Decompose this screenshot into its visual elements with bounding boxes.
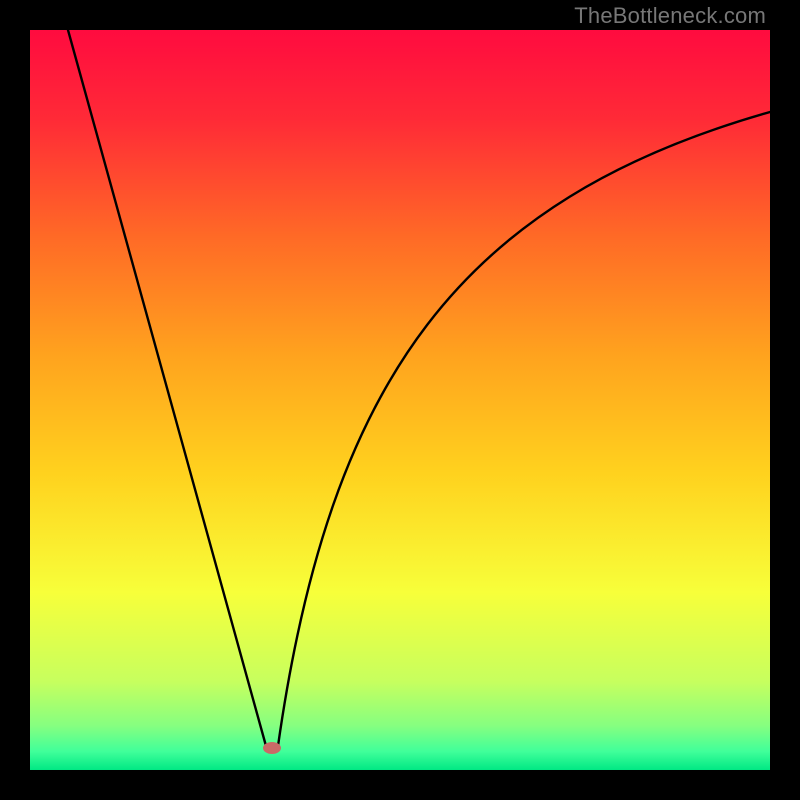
plot-frame [30,30,770,770]
marker-layer [263,742,281,754]
chart-background [30,30,770,770]
minimum-point-marker [263,742,281,754]
bottleneck-curve-chart [30,30,770,770]
watermark-text: TheBottleneck.com [574,3,766,29]
